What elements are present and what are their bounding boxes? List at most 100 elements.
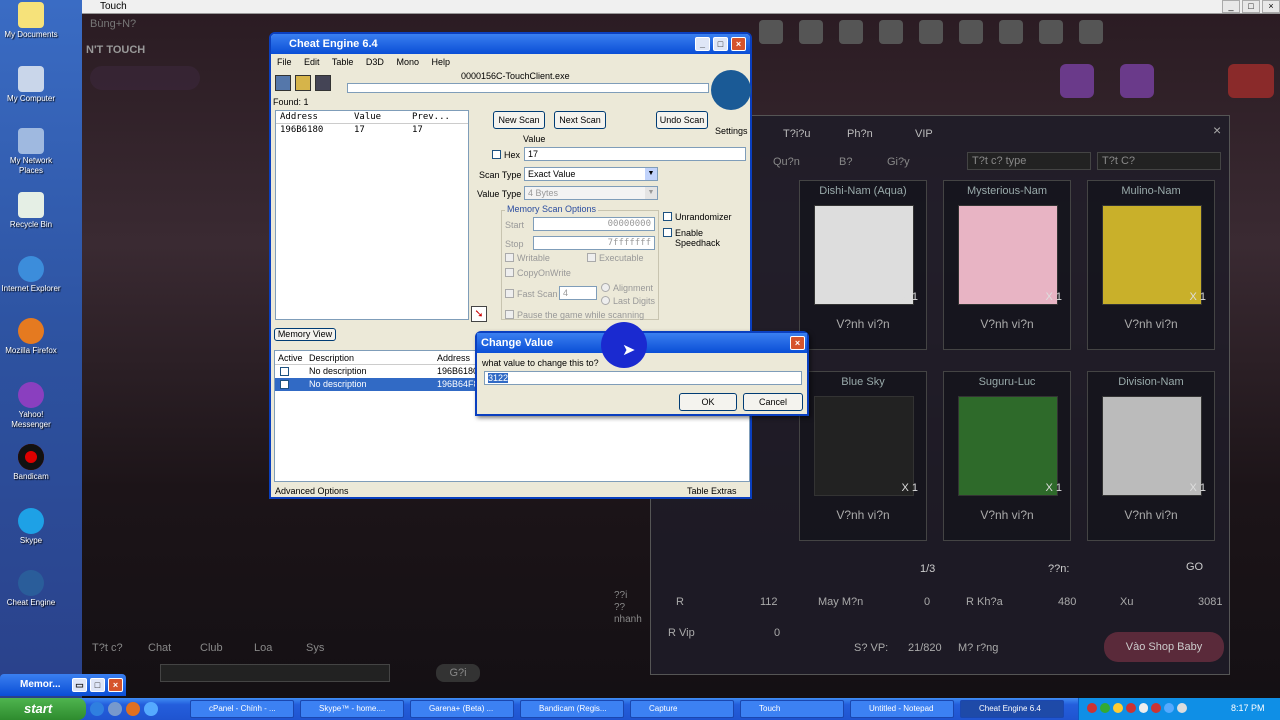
menu-edit[interactable]: Edit <box>304 57 320 67</box>
shop-item[interactable]: Dishi-Nam (Aqua) X 1 V?nh vi?n <box>799 180 927 350</box>
desktop-icon-ie[interactable]: Internet Explorer <box>0 256 62 294</box>
filter-quan[interactable]: Qu?n <box>773 156 800 168</box>
scan-type-select[interactable]: Exact Value ▼ <box>524 167 658 181</box>
box-event-icon[interactable] <box>1120 64 1154 98</box>
pause-game-checkbox[interactable] <box>505 310 514 319</box>
memory-view-button[interactable]: Memory View <box>274 328 336 341</box>
desktop-icon-recycle-bin[interactable]: Recycle Bin <box>0 192 62 230</box>
task-cpanel[interactable]: cPanel - Chính - ... <box>190 700 294 718</box>
tray-icon[interactable] <box>1138 703 1149 713</box>
game-mail-icon[interactable] <box>919 20 943 44</box>
desktop-icon-my-documents[interactable]: My Documents <box>0 2 62 40</box>
game-bag-icon[interactable] <box>799 20 823 44</box>
desktop-icon-my-computer[interactable]: My Computer <box>0 66 62 104</box>
ie-quick-launch-icon[interactable] <box>144 702 158 716</box>
chat-tab-all[interactable]: T?t c? <box>92 642 123 654</box>
cancel-button[interactable]: Cancel <box>743 393 803 411</box>
task-touch[interactable]: Touch <box>740 700 844 718</box>
chat-tab-loa[interactable]: Loa <box>254 642 272 654</box>
found-list[interactable]: Address Value Prev... 196B6180 17 17 <box>275 110 469 320</box>
fast-scan-checkbox[interactable] <box>505 289 514 298</box>
settings-label[interactable]: Settings <box>715 126 748 136</box>
chat-tab-club[interactable]: Club <box>200 642 223 654</box>
gift-event-icon[interactable] <box>1060 64 1094 98</box>
filter-giay[interactable]: Gi?y <box>887 156 910 168</box>
close-icon[interactable]: × <box>790 336 805 350</box>
task-garena[interactable]: Garena+ (Beta) ... <box>410 700 514 718</box>
chat-input[interactable] <box>160 664 390 682</box>
desktop-icon-skype[interactable]: Skype <box>0 508 62 546</box>
heart-icon[interactable] <box>839 20 863 44</box>
menu-table[interactable]: Table <box>332 57 354 67</box>
active-checkbox[interactable] <box>280 367 289 376</box>
shop-item[interactable]: Blue Sky X 1 V?nh vi?n <box>799 371 927 541</box>
tray-icon[interactable] <box>1099 703 1110 713</box>
tab-vip[interactable]: VIP <box>915 128 933 140</box>
start-address-input[interactable]: 00000000 <box>533 217 655 231</box>
game-shop-icon[interactable] <box>879 20 903 44</box>
dialog-value-input[interactable]: 3122 <box>484 371 802 385</box>
writable-checkbox[interactable] <box>505 253 514 262</box>
tab-2[interactable]: Ph?n <box>847 128 873 140</box>
value-type-select[interactable]: 4 Bytes ▼ <box>524 186 658 200</box>
shop-item[interactable]: Division-Nam X 1 V?nh vi?n <box>1087 371 1215 541</box>
minimize-icon[interactable]: _ <box>695 37 710 51</box>
send-button[interactable]: G?i <box>436 664 480 682</box>
speedhack-checkbox[interactable] <box>663 228 672 237</box>
menu-help[interactable]: Help <box>431 57 450 67</box>
advanced-options-button[interactable]: Advanced Options <box>275 486 349 496</box>
desktop-icon-bandicam[interactable]: Bandicam <box>0 444 62 482</box>
desktop-icon-network[interactable]: My Network Places <box>0 128 62 176</box>
stop-address-input[interactable]: 7fffffff <box>533 236 655 250</box>
game-menu-icon[interactable] <box>759 20 783 44</box>
desktop-icon-yahoo[interactable]: Yahoo! Messenger <box>0 382 62 430</box>
active-checkbox[interactable] <box>280 380 289 389</box>
game-settings-icon[interactable] <box>1079 20 1103 44</box>
tray-icon[interactable] <box>1087 703 1097 713</box>
shop-item[interactable]: Suguru-Luc X 1 V?nh vi?n <box>943 371 1071 541</box>
enter-shop-button[interactable]: Vào Shop Baby <box>1104 632 1224 662</box>
tray-icon[interactable] <box>1164 703 1175 713</box>
hex-checkbox[interactable] <box>492 150 501 159</box>
type-select[interactable]: T?t c? type <box>967 152 1091 170</box>
all-select[interactable]: T?t C? <box>1097 152 1221 170</box>
menu-file[interactable]: File <box>277 57 292 67</box>
add-address-icon[interactable]: ➘ <box>471 306 487 322</box>
task-bandicam[interactable]: Bandicam (Regis... <box>520 700 624 718</box>
game-help-icon[interactable] <box>1039 20 1063 44</box>
copy-on-write-checkbox[interactable] <box>505 268 514 277</box>
tray-icon[interactable] <box>1177 703 1187 713</box>
cheat-engine-logo-icon[interactable] <box>711 70 751 110</box>
new-scan-button[interactable]: New Scan <box>493 111 545 129</box>
chat-tab-sys[interactable]: Sys <box>306 642 324 654</box>
go-button[interactable]: GO <box>1186 561 1203 573</box>
tab-1[interactable]: T?i?u <box>783 128 811 140</box>
table-extras-button[interactable]: Table Extras <box>687 486 737 496</box>
maximize-icon[interactable]: □ <box>90 678 105 692</box>
save-icon[interactable] <box>315 75 331 91</box>
game-gift-icon[interactable] <box>999 20 1023 44</box>
task-notepad[interactable]: Untitled - Notepad <box>850 700 954 718</box>
start-button[interactable]: start <box>0 698 86 720</box>
minimize-icon[interactable]: _ <box>1222 0 1240 13</box>
open-file-icon[interactable] <box>295 75 311 91</box>
unrandomizer-checkbox[interactable] <box>663 212 672 221</box>
task-cheat-engine[interactable]: Cheat Engine 6.4 <box>960 700 1064 718</box>
value-input[interactable]: 17 <box>524 147 746 161</box>
found-list-row[interactable]: 196B6180 17 17 <box>276 124 468 137</box>
desktop-icon-firefox[interactable]: Mozilla Firefox <box>0 318 62 356</box>
task-skype[interactable]: Skype™ - home.... <box>300 700 404 718</box>
memory-view-minimized[interactable]: Memor... ▭ □ × <box>0 674 126 696</box>
desktop-icon-cheat-engine[interactable]: Cheat Engine <box>0 570 62 608</box>
task-capture[interactable]: Capture <box>630 700 734 718</box>
mo-rong-button[interactable]: M? r?ng <box>958 642 998 654</box>
ie-quick-launch-icon[interactable] <box>90 702 104 716</box>
tray-icon[interactable] <box>1112 703 1123 713</box>
filter-bo[interactable]: B? <box>839 156 852 168</box>
event-icon[interactable] <box>1228 64 1274 98</box>
restore-icon[interactable]: ▭ <box>72 678 87 692</box>
firefox-quick-launch-icon[interactable] <box>126 702 140 716</box>
chat-tab-chat[interactable]: Chat <box>148 642 171 654</box>
menu-mono[interactable]: Mono <box>396 57 419 67</box>
alignment-radio[interactable] <box>601 283 610 292</box>
